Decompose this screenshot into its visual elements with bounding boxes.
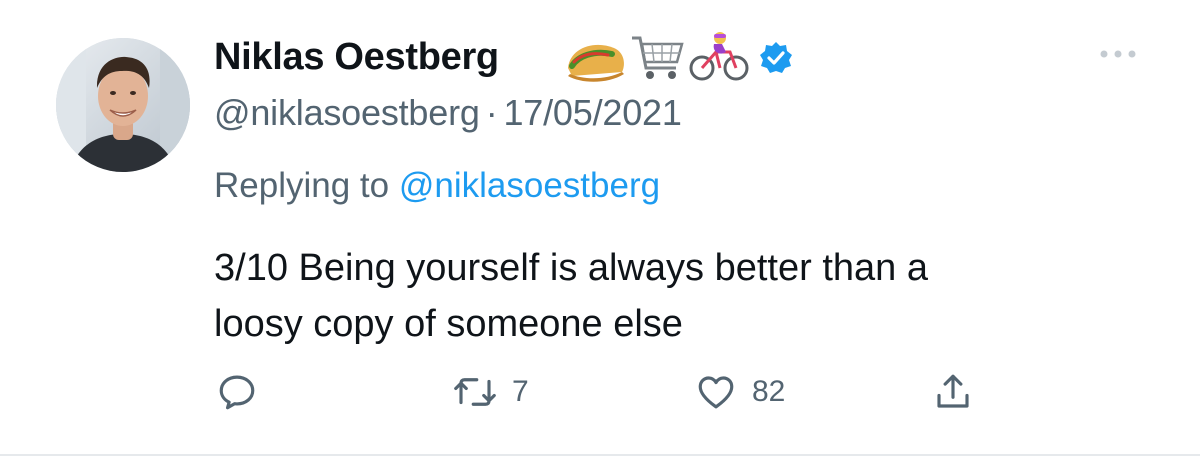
reply-button[interactable] bbox=[216, 362, 258, 422]
tweet-actions: 7 82 bbox=[214, 362, 1014, 422]
meta-separator: · bbox=[485, 92, 498, 133]
like-button[interactable]: 82 bbox=[694, 362, 785, 422]
replying-to-mention[interactable]: @niklasoestberg bbox=[399, 166, 660, 205]
taco-icon bbox=[568, 44, 624, 82]
shopping-cart-icon bbox=[632, 36, 684, 79]
retweet-button[interactable]: 7 bbox=[452, 362, 529, 422]
replying-to: Replying to @niklasoestberg bbox=[214, 166, 660, 206]
avatar-image bbox=[56, 38, 190, 172]
display-name[interactable]: Niklas Oestberg bbox=[214, 36, 499, 79]
tweet-date[interactable]: 17/05/2021 bbox=[503, 92, 681, 133]
name-emojis bbox=[564, 30, 804, 84]
user-handle[interactable]: @niklasoestberg bbox=[214, 92, 480, 133]
tweet-card[interactable]: Niklas Oestberg @niklasoestberg · 17/05/… bbox=[0, 0, 1200, 458]
divider bbox=[0, 454, 1200, 456]
share-icon bbox=[937, 374, 969, 408]
retweet-count: 7 bbox=[512, 375, 529, 408]
more-options-icon[interactable] bbox=[1096, 44, 1140, 64]
verified-badge-icon bbox=[760, 42, 792, 73]
tweet-text-line: loosy copy of someone else bbox=[214, 303, 683, 345]
avatar[interactable] bbox=[56, 38, 190, 172]
reply-icon bbox=[219, 375, 255, 410]
retweet-icon bbox=[454, 378, 496, 406]
tweet-header: Niklas Oestberg bbox=[214, 30, 1100, 90]
replying-to-label: Replying to bbox=[214, 166, 390, 205]
tweet-text-line: 3/10 Being yourself is always better tha… bbox=[214, 247, 928, 289]
like-count: 82 bbox=[752, 375, 786, 408]
tweet-text: 3/10 Being yourself is always better tha… bbox=[214, 240, 1114, 352]
tweet-meta: @niklasoestberg · 17/05/2021 bbox=[214, 92, 682, 134]
woman-biking-icon bbox=[689, 32, 749, 81]
share-button[interactable] bbox=[932, 362, 974, 422]
heart-icon bbox=[698, 376, 734, 409]
